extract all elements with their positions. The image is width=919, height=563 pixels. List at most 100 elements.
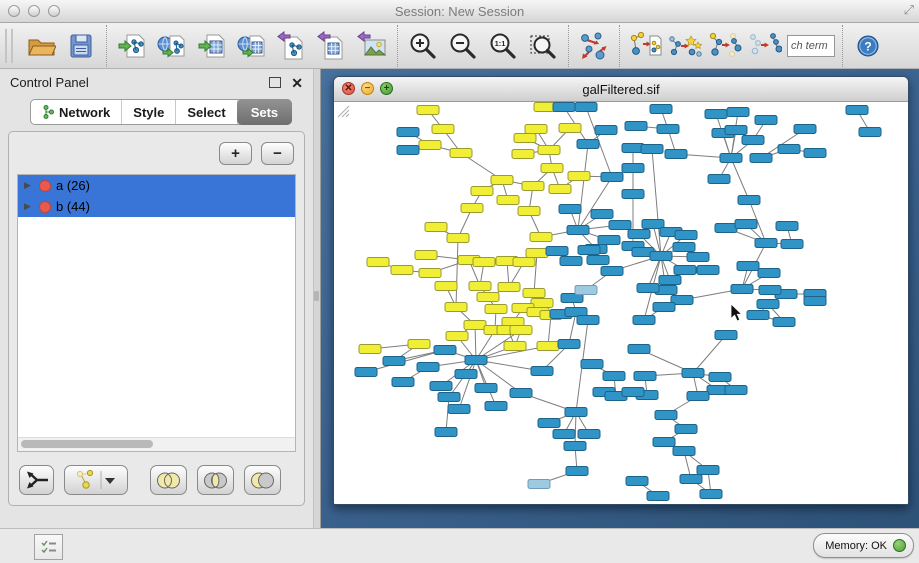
difference-sets-button[interactable] [244, 465, 281, 495]
network-node[interactable] [530, 233, 552, 242]
network-node[interactable] [595, 126, 617, 135]
network-node[interactable] [355, 368, 377, 377]
network-node[interactable] [674, 266, 696, 275]
network-node[interactable] [491, 176, 513, 185]
network-node[interactable] [622, 190, 644, 199]
new-network-from-selection-button[interactable] [625, 25, 665, 67]
network-node[interactable] [367, 258, 389, 267]
network-node[interactable] [541, 164, 563, 173]
network-node[interactable] [709, 373, 731, 382]
network-node[interactable] [498, 283, 520, 292]
set-row-b[interactable]: ▶ b (44) [18, 196, 295, 217]
network-node[interactable] [633, 316, 655, 325]
network-node[interactable] [601, 267, 623, 276]
show-all-button[interactable] [745, 25, 785, 67]
zoom-window-button[interactable] [48, 5, 60, 17]
network-node[interactable] [759, 286, 781, 295]
network-node[interactable] [471, 187, 493, 196]
zoom-selected-button[interactable] [523, 25, 563, 67]
network-node[interactable] [626, 477, 648, 486]
network-node[interactable] [397, 128, 419, 137]
create-set-from-network-dropdown[interactable] [64, 465, 128, 495]
tab-select[interactable]: Select [176, 100, 237, 124]
network-node[interactable] [647, 492, 669, 501]
network-node[interactable] [625, 122, 647, 131]
network-node[interactable] [755, 116, 777, 125]
network-node[interactable] [553, 430, 575, 439]
network-node[interactable] [391, 266, 413, 275]
network-node[interactable] [659, 276, 681, 285]
network-node[interactable] [448, 405, 470, 414]
network-node[interactable] [708, 175, 730, 184]
network-node[interactable] [497, 196, 519, 205]
toolbar-grip[interactable] [5, 29, 13, 63]
network-node[interactable] [682, 369, 704, 378]
network-node[interactable] [419, 269, 441, 278]
network-node[interactable] [657, 125, 679, 134]
network-node[interactable] [846, 106, 868, 115]
horizontal-scrollbar[interactable] [18, 437, 295, 451]
network-node[interactable] [522, 182, 544, 191]
network-node[interactable] [567, 226, 589, 235]
network-node[interactable] [417, 106, 439, 115]
network-node[interactable] [455, 370, 477, 379]
network-node[interactable] [591, 210, 613, 219]
first-neighbors-button[interactable] [665, 25, 705, 67]
network-node[interactable] [485, 305, 507, 314]
tab-network[interactable]: Network [31, 100, 122, 124]
network-node[interactable] [485, 402, 507, 411]
network-node[interactable] [432, 125, 454, 134]
network-node[interactable] [510, 389, 532, 398]
float-panel-icon[interactable] [269, 77, 281, 88]
close-network-button[interactable]: ✕ [342, 82, 355, 95]
import-network-web-button[interactable] [152, 25, 192, 67]
network-node[interactable] [510, 326, 532, 335]
close-window-button[interactable] [8, 5, 20, 17]
split-set-button[interactable] [19, 465, 54, 495]
network-node[interactable] [514, 134, 536, 143]
network-node[interactable] [697, 466, 719, 475]
export-network-button[interactable] [272, 25, 312, 67]
network-node[interactable] [715, 224, 737, 233]
network-node[interactable] [518, 207, 540, 216]
network-node[interactable] [781, 240, 803, 249]
network-node[interactable] [564, 442, 586, 451]
network-node[interactable] [665, 150, 687, 159]
network-node[interactable] [435, 282, 457, 291]
network-node[interactable] [538, 146, 560, 155]
network-node[interactable] [464, 321, 486, 330]
network-node[interactable] [469, 282, 491, 291]
expand-caret-icon[interactable]: ▶ [21, 201, 34, 212]
network-node[interactable] [737, 262, 759, 271]
network-view-window[interactable]: ✕ − + galFiltered.sif [333, 76, 909, 505]
network-node[interactable] [738, 196, 760, 205]
apply-layout-button[interactable] [574, 25, 614, 67]
zoom-actual-size-button[interactable]: 1:1 [483, 25, 523, 67]
network-node[interactable] [578, 246, 600, 255]
network-node[interactable] [559, 124, 581, 133]
network-node[interactable] [565, 408, 587, 417]
union-sets-button[interactable] [150, 465, 187, 495]
network-node[interactable] [549, 185, 571, 194]
resize-grip-icon[interactable] [334, 102, 350, 118]
network-node[interactable] [747, 311, 769, 320]
network-node[interactable] [628, 345, 650, 354]
import-table-file-button[interactable] [192, 25, 232, 67]
network-node[interactable] [725, 126, 747, 135]
network-node[interactable] [715, 331, 737, 340]
network-node[interactable] [461, 204, 483, 213]
network-node[interactable] [430, 382, 452, 391]
network-node[interactable] [637, 284, 659, 293]
network-node[interactable] [446, 332, 468, 341]
network-node[interactable] [773, 318, 795, 327]
network-node[interactable] [653, 303, 675, 312]
network-node[interactable] [778, 145, 800, 154]
network-node[interactable] [776, 222, 798, 231]
network-node[interactable] [601, 173, 623, 182]
network-node[interactable] [650, 252, 672, 261]
network-node[interactable] [546, 247, 568, 256]
network-node[interactable] [622, 164, 644, 173]
network-node[interactable] [673, 243, 695, 252]
minimize-network-button[interactable]: − [361, 82, 374, 95]
fullscreen-icon[interactable]: ⤢ [904, 2, 914, 18]
